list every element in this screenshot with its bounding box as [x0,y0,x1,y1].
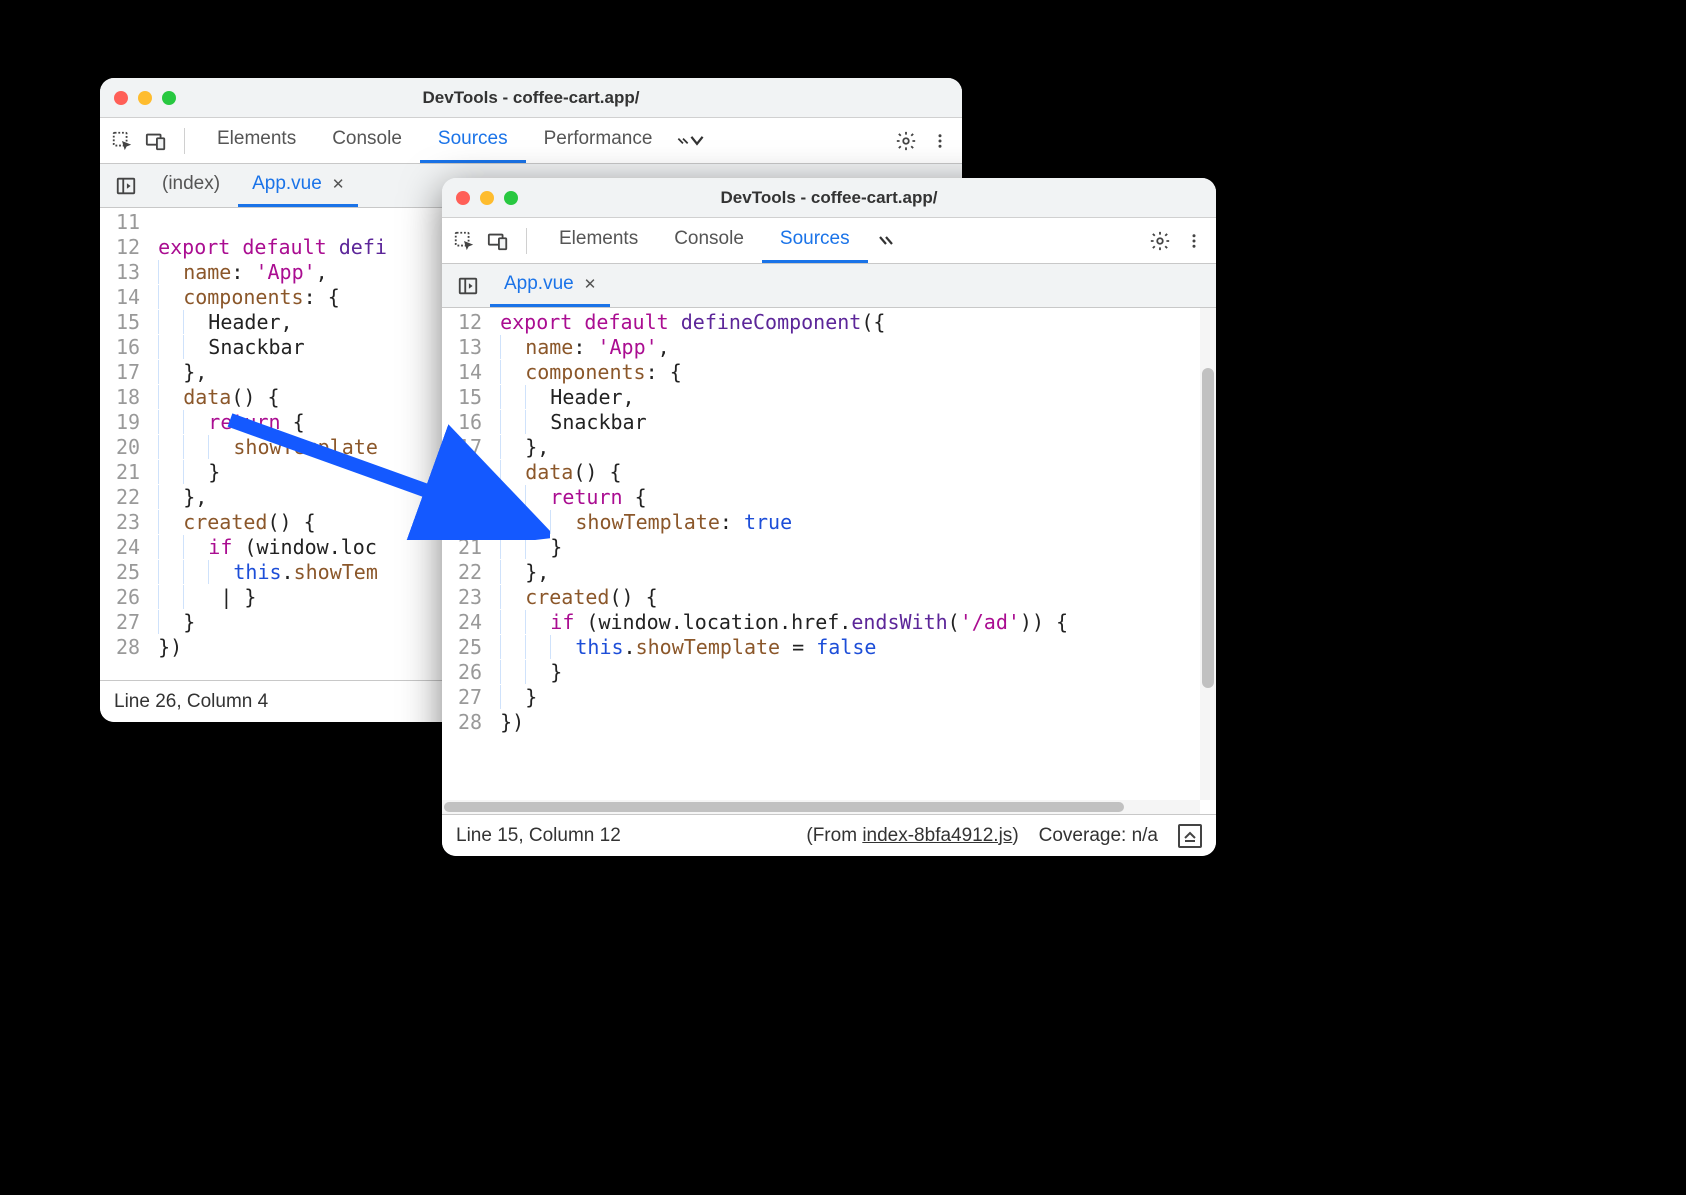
titlebar: DevTools - coffee-cart.app/ [100,78,962,118]
more-tabs-icon[interactable] [676,132,704,150]
maximize-window-button[interactable] [162,91,176,105]
settings-gear-icon[interactable] [1146,227,1174,255]
main-toolbar: Elements Console Sources Performance [100,118,962,164]
cursor-position: Line 26, Column 4 [114,691,268,713]
traffic-lights [456,191,518,205]
navigator-toggle-icon[interactable] [450,264,486,307]
line-gutter: 1213141516171819202122232425262728 [442,308,494,814]
inspect-icon[interactable] [108,127,136,155]
source-file-link[interactable]: index-8bfa4912.js [862,825,1012,846]
scrollbar-vertical[interactable] [1200,308,1216,800]
minimize-window-button[interactable] [480,191,494,205]
close-window-button[interactable] [114,91,128,105]
divider [526,228,527,254]
tab-elements[interactable]: Elements [199,118,314,163]
panel-tabs: Elements Console Sources Performance [199,118,670,163]
kebab-menu-icon[interactable] [926,127,954,155]
device-toggle-icon[interactable] [142,127,170,155]
settings-gear-icon[interactable] [892,127,920,155]
tab-console[interactable]: Console [656,218,762,263]
file-tab-label: (index) [162,173,220,195]
main-toolbar: Elements Console Sources [442,218,1216,264]
line-gutter: 111213141516171819202122232425262728 [100,208,152,680]
scrollbar-horizontal[interactable] [442,800,1200,814]
devtools-window-2: DevTools - coffee-cart.app/ Elements Con… [442,178,1216,856]
tab-sources[interactable]: Sources [420,118,526,163]
file-tab-label: App.vue [252,173,322,195]
close-tab-icon[interactable]: ✕ [332,175,345,193]
file-tab-label: App.vue [504,273,574,295]
collapse-drawer-icon[interactable] [1178,824,1202,848]
source-mapped-from: (From index-8bfa4912.js) [806,825,1018,847]
close-tab-icon[interactable]: ✕ [584,275,597,293]
kebab-menu-icon[interactable] [1180,227,1208,255]
cursor-position: Line 15, Column 12 [456,825,621,847]
navigator-toggle-icon[interactable] [108,164,144,207]
code-content: export default defineComponent({ name: '… [494,308,1216,814]
more-tabs-icon[interactable] [874,234,902,248]
device-toggle-icon[interactable] [484,227,512,255]
divider [184,128,185,154]
scrollbar-thumb[interactable] [444,802,1124,812]
tab-elements[interactable]: Elements [541,218,656,263]
statusbar: Line 15, Column 12 (From index-8bfa4912.… [442,814,1216,856]
window-title: DevTools - coffee-cart.app/ [100,88,962,108]
close-window-button[interactable] [456,191,470,205]
coverage-status: Coverage: n/a [1039,825,1158,847]
file-tabs: App.vue ✕ [442,264,1216,308]
scrollbar-thumb[interactable] [1202,368,1214,688]
file-tab-index[interactable]: (index) [148,164,234,207]
maximize-window-button[interactable] [504,191,518,205]
panel-tabs: Elements Console Sources [541,218,868,263]
window-title: DevTools - coffee-cart.app/ [442,188,1216,208]
traffic-lights [114,91,176,105]
tab-sources[interactable]: Sources [762,218,868,263]
minimize-window-button[interactable] [138,91,152,105]
file-tab-app-vue[interactable]: App.vue ✕ [490,264,610,307]
file-tab-app-vue[interactable]: App.vue ✕ [238,164,358,207]
code-editor[interactable]: 1213141516171819202122232425262728 expor… [442,308,1216,814]
tab-console[interactable]: Console [314,118,420,163]
tab-performance[interactable]: Performance [526,118,671,163]
titlebar: DevTools - coffee-cart.app/ [442,178,1216,218]
inspect-icon[interactable] [450,227,478,255]
